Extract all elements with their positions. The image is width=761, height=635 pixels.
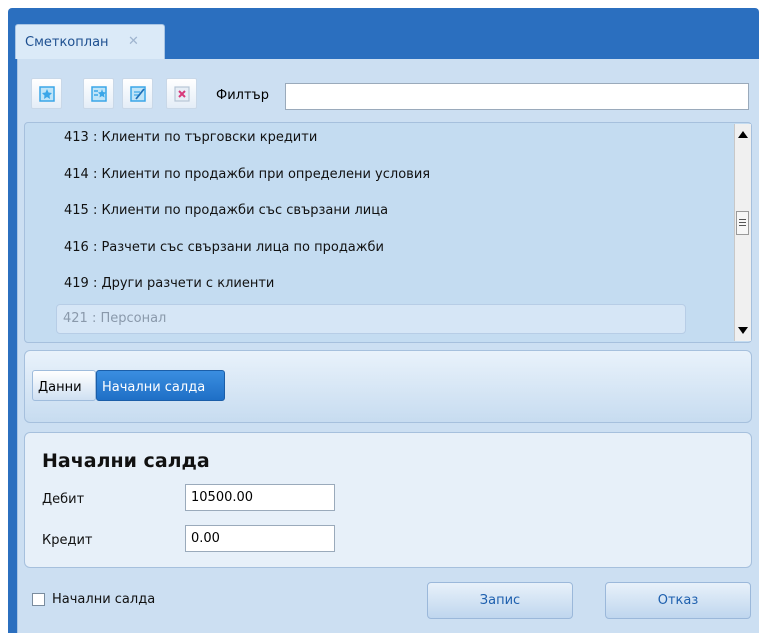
add-child-icon (90, 85, 107, 102)
credit-label: Кредит (42, 533, 93, 548)
list-item[interactable]: 414 : Клиенти по продажби при определени… (64, 167, 430, 182)
debit-field[interactable] (185, 484, 335, 511)
document-tab[interactable]: Сметкоплан ✕ (15, 24, 165, 59)
delete-button[interactable] (166, 78, 197, 109)
scroll-down-icon[interactable] (738, 327, 748, 334)
form-title: Начални салда (42, 450, 210, 472)
credit-field[interactable] (185, 525, 335, 552)
add-icon (38, 85, 55, 102)
tab-close-icon[interactable]: ✕ (128, 34, 139, 49)
tab-title: Сметкоплан (25, 35, 109, 50)
filter-label: Филтър (216, 88, 269, 103)
checkbox-label: Начални салда (52, 592, 156, 607)
scroll-thumb[interactable] (736, 211, 749, 235)
tab-opening-balances[interactable]: Начални салда (96, 370, 225, 401)
add-child-button[interactable] (83, 78, 114, 109)
opening-balances-checkbox[interactable] (32, 593, 45, 606)
filter-input[interactable] (285, 83, 749, 110)
add-button[interactable] (31, 78, 62, 109)
list-item[interactable]: 416 : Разчети със свързани лица по прода… (64, 240, 384, 255)
debit-label: Дебит (42, 492, 85, 507)
list-item-selected[interactable]: 421 : Персонал (56, 304, 686, 334)
tab-data[interactable]: Данни (32, 370, 96, 401)
list-scrollbar[interactable] (734, 124, 751, 341)
edit-button[interactable] (122, 78, 153, 109)
list-item[interactable]: 419 : Други разчети с клиенти (64, 276, 274, 291)
cancel-button[interactable]: Отказ (605, 582, 751, 619)
edit-icon (129, 85, 146, 102)
list-item[interactable]: 415 : Клиенти по продажби със свързани л… (64, 203, 388, 218)
list-item[interactable]: 413 : Клиенти по търговски кредити (64, 130, 317, 145)
delete-icon (173, 85, 190, 102)
scroll-up-icon[interactable] (738, 131, 748, 138)
save-button[interactable]: Запис (427, 582, 573, 619)
